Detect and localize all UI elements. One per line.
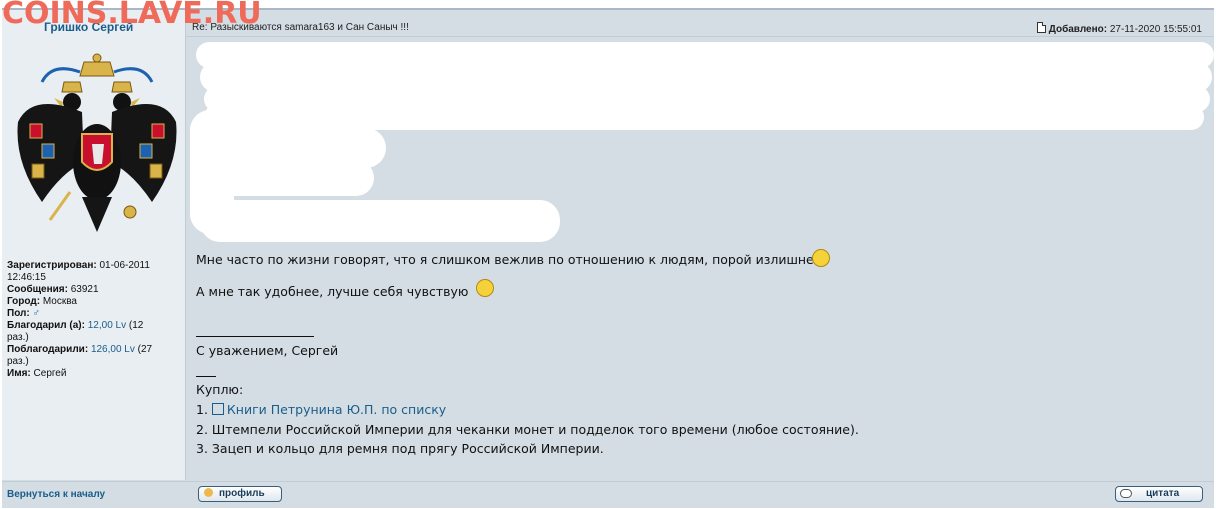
profile-button[interactable]: профиль [198, 486, 282, 502]
wink-smiley-icon [812, 249, 830, 267]
external-link-icon [211, 403, 224, 415]
registered-date: 01-06-2011 [99, 260, 150, 271]
message-line-1-text: Мне часто по жизни говорят, что я слишко… [196, 252, 818, 267]
message-line-1: Мне часто по жизни говорят, что я слишко… [196, 252, 818, 267]
smiley-icon [476, 279, 494, 297]
profile-button-label: профиль [219, 488, 265, 499]
got-thanks-count-suffix: раз.) [7, 356, 29, 367]
message-line-2-text: А мне так удобнее, лучше себя чувствую [196, 284, 469, 299]
quote-button-label: цитата [1146, 488, 1180, 499]
added-label: Добавлено: [1048, 24, 1108, 35]
eagle-coat-of-arms-avatar [17, 53, 177, 232]
signature-short-divider [196, 376, 216, 377]
buy-item-2: 2. Штемпели Российской Империи для чекан… [196, 422, 859, 437]
author-profile-info: Зарегистрирован: 01-06-2011 12:46:15 Соо… [7, 260, 183, 380]
messages-label: Сообщения: [7, 284, 68, 295]
site-watermark: COINS.LAVE.RU [2, 0, 262, 31]
item1-number: 1. [196, 402, 208, 417]
back-to-top-link[interactable]: Вернуться к началу [7, 489, 105, 500]
name-label: Имя: [7, 368, 31, 379]
city-label: Город: [7, 296, 41, 307]
got-thanks-count: (27 [137, 344, 153, 355]
post-date: Добавлено: 27-11-2020 15:55:01 [1036, 22, 1202, 35]
got-thanks-amount-link[interactable]: 126,00 Lv [91, 344, 135, 355]
messages-count: 63921 [70, 284, 99, 295]
message-line-2: А мне так удобнее, лучше себя чувствую [196, 284, 468, 299]
document-icon [1036, 22, 1046, 33]
signature-regards: С уважением, Сергей [196, 343, 339, 358]
thanked-count: (12 [128, 320, 144, 331]
added-value: 27-11-2020 15:55:01 [1109, 24, 1202, 35]
buy-item-1: 1. Книги Петрунина Ю.П. по списку [196, 402, 446, 417]
buy-title: Куплю: [196, 382, 244, 397]
post-footer [2, 481, 1214, 509]
quote-bubble-icon [1120, 489, 1132, 498]
registered-label: Зарегистрирован: [7, 260, 97, 271]
registered-time: 12:46:15 [7, 272, 46, 283]
thanked-label: Благодарил (а): [7, 320, 85, 331]
user-icon [204, 488, 213, 497]
gender-label: Пол: [7, 308, 30, 319]
buy-item-3: 3. Зацеп и кольцо для ремня под прягу Ро… [196, 441, 604, 456]
signature-divider [196, 336, 314, 337]
petrunin-books-link[interactable]: Книги Петрунина Ю.П. по списку [227, 402, 446, 417]
thanked-count-suffix: раз.) [7, 332, 29, 343]
got-thanks-label: Поблагодарили: [7, 344, 89, 355]
name-value: Сергей [33, 368, 67, 379]
thanked-amount-link[interactable]: 12,00 Lv [88, 320, 126, 331]
city-value: Москва [42, 296, 77, 307]
quote-button[interactable]: цитата [1115, 486, 1203, 502]
male-icon: ♂ [32, 308, 41, 319]
